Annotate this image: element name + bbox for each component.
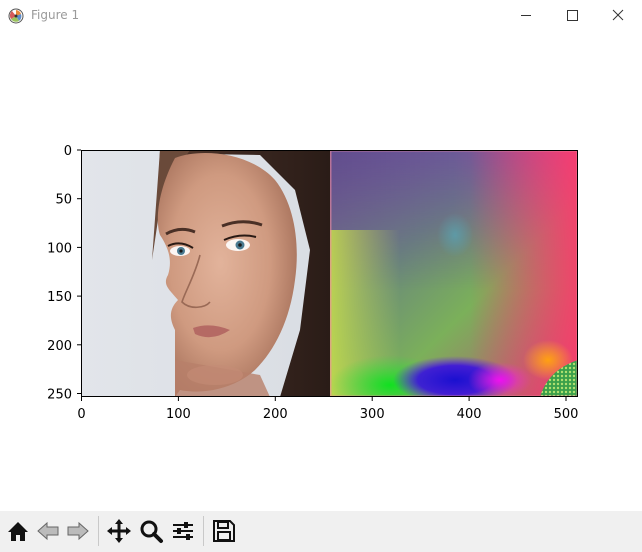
close-icon: [612, 9, 624, 21]
forward-icon: [67, 521, 89, 541]
subplots-button[interactable]: [169, 517, 197, 545]
maximize-icon: [567, 10, 578, 21]
home-button[interactable]: [4, 517, 32, 545]
x-tick-label: 300: [360, 407, 385, 422]
minimize-button[interactable]: [503, 0, 549, 30]
minimize-icon: [521, 15, 531, 16]
zoom-icon: [140, 520, 163, 543]
x-tick-label: 200: [263, 407, 288, 422]
toolbar-separator: [98, 516, 99, 546]
color-map-image: [330, 150, 578, 397]
y-tick-label: 150: [47, 290, 72, 305]
y-tick-label: 100: [47, 241, 72, 256]
x-tick-label: 100: [166, 407, 191, 422]
y-tick-label: 0: [64, 144, 72, 159]
figure-canvas[interactable]: 0 50 100 150 200 250 0 100 200 300 400 500: [0, 30, 642, 511]
close-button[interactable]: [595, 0, 641, 30]
x-axis: 0 100 200 300 400 500: [77, 397, 578, 422]
plot-svg: 0 50 100 150 200 250 0 100 200 300 400 500: [47, 144, 578, 422]
back-icon: [37, 521, 59, 541]
pan-button[interactable]: [105, 517, 133, 545]
forward-button[interactable]: [64, 517, 92, 545]
face-photo-image: [81, 150, 330, 397]
window-title: Figure 1: [31, 8, 80, 22]
title-bar[interactable]: Figure 1: [0, 0, 642, 30]
toolbar-separator: [203, 516, 204, 546]
navigation-toolbar: [0, 511, 642, 552]
save-icon: [213, 520, 235, 542]
x-tick-label: 0: [77, 407, 85, 422]
x-tick-label: 500: [554, 407, 579, 422]
x-tick-label: 400: [457, 407, 482, 422]
figure-window: Figure 1 0 50 100 150 200 250 0 100 200 …: [0, 0, 642, 552]
y-tick-label: 200: [47, 339, 72, 354]
pan-icon: [107, 519, 131, 543]
matplotlib-logo-icon: [8, 8, 24, 24]
y-axis: 0 50 100 150 200 250: [47, 144, 81, 403]
subplots-icon: [173, 522, 193, 540]
y-tick-label: 50: [55, 193, 72, 208]
home-icon: [8, 522, 28, 541]
back-button[interactable]: [34, 517, 62, 545]
maximize-button[interactable]: [549, 0, 595, 30]
zoom-button[interactable]: [137, 517, 165, 545]
y-tick-label: 250: [47, 388, 72, 403]
save-button[interactable]: [210, 517, 238, 545]
